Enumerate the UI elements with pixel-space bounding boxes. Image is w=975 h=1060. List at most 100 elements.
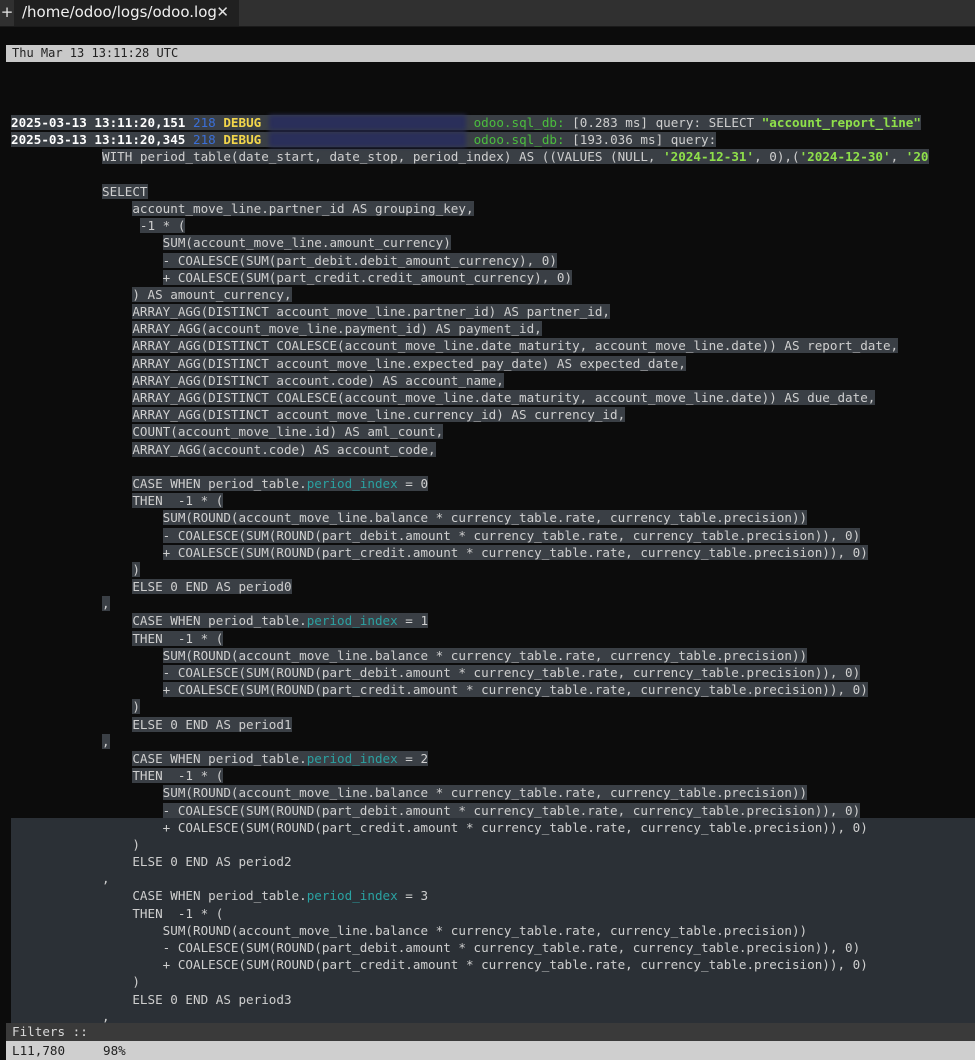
log-pid: 218 bbox=[192, 132, 216, 148]
sql-text: + COALESCE(SUM(ROUND(part_credit.amount … bbox=[162, 544, 868, 560]
log-line: CASE WHEN period_table.period_index = 0 bbox=[11, 475, 975, 492]
log-line: COUNT(account_move_line.id) AS aml_count… bbox=[11, 423, 975, 440]
log-line: ) bbox=[11, 836, 975, 853]
log-line: CASE WHEN period_table.period_index = 3 bbox=[11, 887, 975, 904]
log-line: SUM(ROUND(account_move_line.balance * cu… bbox=[11, 784, 975, 801]
log-line: ) bbox=[11, 973, 975, 990]
log-logger: odoo.sql_db: bbox=[473, 115, 565, 130]
log-line: , bbox=[11, 733, 975, 750]
sql-fragment: CASE WHEN period_table. bbox=[132, 888, 307, 904]
sql-text: ARRAY_AGG(DISTINCT account_move_line.par… bbox=[132, 304, 610, 320]
sql-text: ) bbox=[132, 836, 140, 852]
clock-bar: Thu Mar 13 13:11:28 UTC bbox=[6, 45, 975, 62]
close-icon[interactable]: ✕ bbox=[216, 0, 229, 24]
sql-text: CASE WHEN period_table.period_index = 1 bbox=[132, 613, 429, 629]
status-bar: L11,780 98% bbox=[6, 1041, 975, 1060]
log-line: ELSE 0 END AS period0 bbox=[11, 578, 975, 595]
log-line: - COALESCE(SUM(part_debit.debit_amount_c… bbox=[11, 252, 975, 269]
log-db-name: weclarify-training-3892258 bbox=[268, 132, 466, 148]
log-line: ) AS amount_currency, bbox=[11, 286, 975, 303]
log-line: ) bbox=[11, 561, 975, 578]
sql-keyword: period_index bbox=[306, 613, 398, 629]
sql-text: , bbox=[102, 871, 110, 887]
sql-text: ARRAY_AGG(DISTINCT COALESCE(account_move… bbox=[132, 390, 876, 405]
log-line: THEN -1 * ( bbox=[11, 767, 975, 784]
log-line: - COALESCE(SUM(ROUND(part_debit.amount *… bbox=[11, 802, 975, 819]
sql-text: SUM(ROUND(account_move_line.balance * cu… bbox=[162, 785, 808, 801]
log-logger: odoo.sql_db: bbox=[473, 132, 565, 148]
sql-text: ELSE 0 END AS period2 bbox=[132, 854, 292, 870]
log-line: - COALESCE(SUM(ROUND(part_debit.amount *… bbox=[11, 527, 975, 544]
log-string: "account_report_line" bbox=[761, 115, 921, 130]
log-view[interactable]: 2025-03-13 13:11:20,151 218 DEBUG weclar… bbox=[11, 114, 975, 1025]
tab-odoo-log[interactable]: /home/odoo/logs/odoo.log ✕ bbox=[14, 0, 239, 26]
log-message: [193.036 ms] query: bbox=[564, 132, 717, 148]
log-line: ) bbox=[11, 698, 975, 715]
sql-fragment: , bbox=[890, 149, 906, 165]
log-line: 2025-03-13 13:11:20,151 218 DEBUG weclar… bbox=[11, 114, 975, 131]
filters-bar[interactable]: Filters :: bbox=[6, 1023, 975, 1041]
log-line: ELSE 0 END AS period3 bbox=[11, 991, 975, 1008]
sql-text: THEN -1 * ( bbox=[132, 905, 224, 921]
sql-text: CASE WHEN period_table.period_index = 0 bbox=[132, 475, 429, 491]
sql-text: THEN -1 * ( bbox=[132, 768, 224, 784]
log-line: - COALESCE(SUM(ROUND(part_debit.amount *… bbox=[11, 939, 975, 956]
sql-text: SUM(account_move_line.amount_currency) bbox=[162, 235, 451, 251]
log-line: + COALESCE(SUM(ROUND(part_credit.amount … bbox=[11, 544, 975, 561]
log-line: SUM(account_move_line.amount_currency) bbox=[11, 234, 975, 251]
sql-text: + COALESCE(SUM(ROUND(part_credit.amount … bbox=[162, 682, 868, 698]
sql-text: ) AS amount_currency, bbox=[132, 286, 292, 302]
tab-title: /home/odoo/logs/odoo.log bbox=[22, 3, 217, 21]
sql-text: CASE WHEN period_table.period_index = 3 bbox=[132, 888, 428, 903]
log-line: -1 * ( bbox=[11, 217, 975, 234]
sql-text: - COALESCE(SUM(ROUND(part_debit.amount *… bbox=[162, 802, 861, 818]
new-tab-button[interactable]: + bbox=[0, 0, 14, 26]
sql-text: + COALESCE(SUM(ROUND(part_credit.amount … bbox=[162, 819, 868, 835]
scroll-percent: 98% bbox=[103, 1043, 126, 1058]
sql-fragment: CASE WHEN period_table. bbox=[132, 750, 307, 766]
log-line: CASE WHEN period_table.period_index = 1 bbox=[11, 612, 975, 629]
sql-text: ELSE 0 END AS period3 bbox=[132, 991, 292, 1007]
sql-string: '2024-12-31' bbox=[663, 149, 755, 165]
sql-text: ARRAY_AGG(DISTINCT account_move_line.cur… bbox=[132, 407, 626, 423]
log-entry-text: 2025-03-13 13:11:20,151 218 DEBUG weclar… bbox=[11, 115, 921, 130]
sql-text: , bbox=[102, 1008, 110, 1024]
sql-text: ) bbox=[132, 699, 140, 715]
log-timestamp: 2025-03-13 13:11:20,345 bbox=[11, 132, 186, 148]
log-line: ARRAY_AGG(DISTINCT account_move_line.par… bbox=[11, 303, 975, 320]
sql-text: WITH period_table(date_start, date_stop,… bbox=[102, 149, 929, 165]
log-line: ELSE 0 END AS period2 bbox=[11, 853, 975, 870]
log-message: [0.283 ms] query: SELECT bbox=[564, 115, 762, 130]
sql-string: '20 bbox=[905, 149, 929, 165]
sql-text: - COALESCE(SUM(part_debit.debit_amount_c… bbox=[162, 252, 557, 268]
log-line: + COALESCE(SUM(ROUND(part_credit.amount … bbox=[11, 956, 975, 973]
log-line: SELECT bbox=[11, 183, 975, 200]
log-line: - COALESCE(SUM(ROUND(part_debit.amount *… bbox=[11, 664, 975, 681]
log-line: THEN -1 * ( bbox=[11, 905, 975, 922]
sql-text: ) bbox=[132, 561, 140, 577]
sql-text: + COALESCE(SUM(part_credit.credit_amount… bbox=[162, 269, 573, 285]
sql-fragment: CASE WHEN period_table. bbox=[132, 475, 307, 491]
log-pid: 218 bbox=[192, 115, 216, 130]
sql-fragment: = 3 bbox=[397, 888, 429, 904]
log-line: ARRAY_AGG(DISTINCT account_move_line.cur… bbox=[11, 406, 975, 423]
log-line: ARRAY_AGG(account.code) AS account_code, bbox=[11, 441, 975, 458]
log-line: ELSE 0 END AS period1 bbox=[11, 716, 975, 733]
log-line: , bbox=[11, 870, 975, 887]
log-line: + COALESCE(SUM(ROUND(part_credit.amount … bbox=[11, 681, 975, 698]
log-blank-line bbox=[11, 166, 975, 183]
log-line: ARRAY_AGG(DISTINCT COALESCE(account_move… bbox=[11, 337, 975, 354]
sql-keyword: period_index bbox=[306, 888, 398, 904]
sql-string: '2024-12-30' bbox=[799, 149, 891, 165]
sql-text: SUM(ROUND(account_move_line.balance * cu… bbox=[162, 510, 808, 526]
sql-fragment: WITH period_table(date_start, date_stop,… bbox=[102, 149, 664, 165]
sql-text: ELSE 0 END AS period1 bbox=[132, 716, 292, 732]
sql-text: ARRAY_AGG(DISTINCT account.code) AS acco… bbox=[132, 372, 504, 388]
sql-text: CASE WHEN period_table.period_index = 2 bbox=[132, 750, 429, 766]
tab-bar: + /home/odoo/logs/odoo.log ✕ bbox=[0, 0, 975, 27]
log-level: DEBUG bbox=[223, 132, 262, 148]
sql-text: - COALESCE(SUM(ROUND(part_debit.amount *… bbox=[162, 940, 861, 955]
sql-keyword: period_index bbox=[306, 750, 398, 766]
sql-fragment: = 0 bbox=[397, 475, 429, 491]
sql-text: account_move_line.partner_id AS grouping… bbox=[132, 200, 474, 216]
